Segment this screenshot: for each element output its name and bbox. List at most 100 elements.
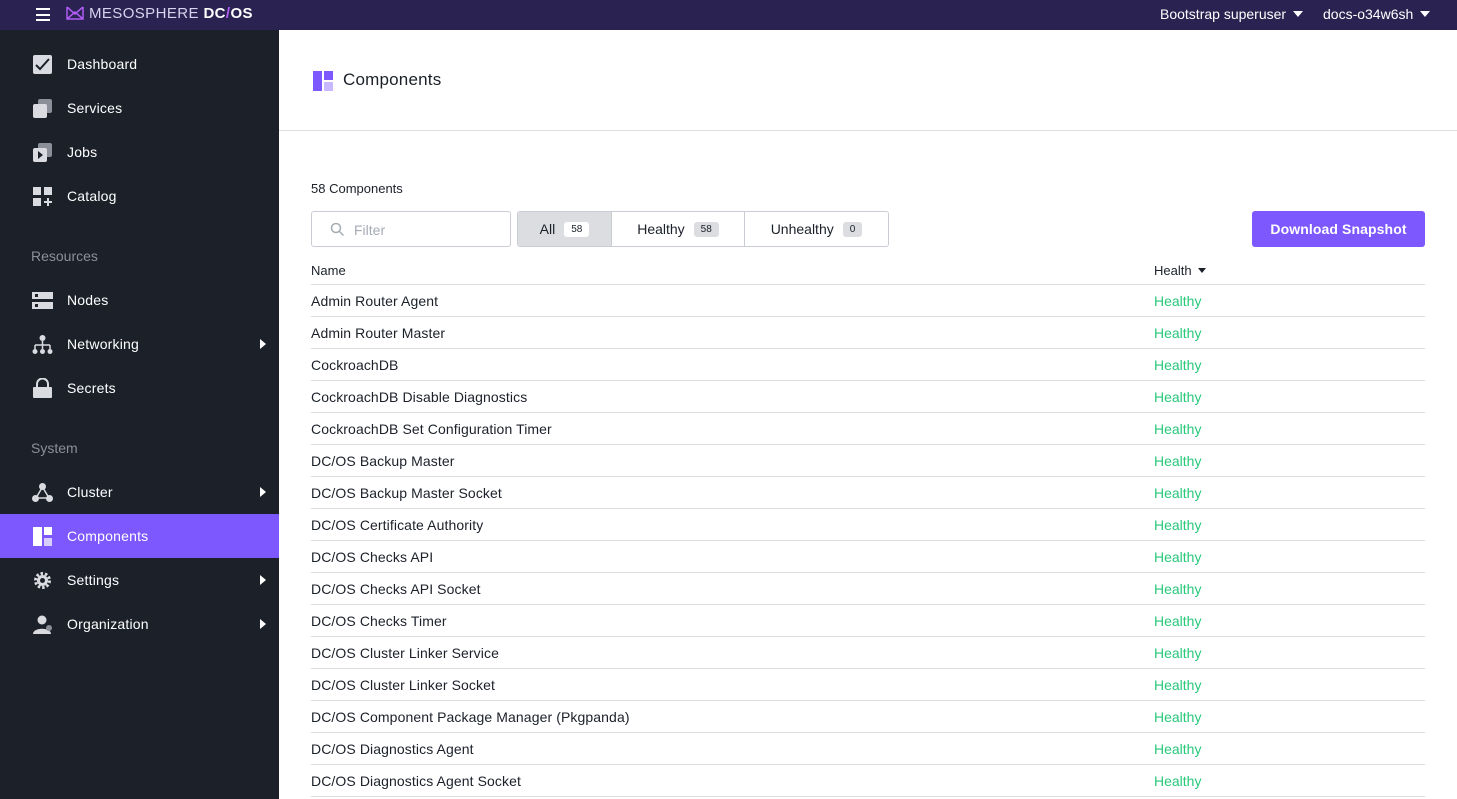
table-row[interactable]: DC/OS Checks API Socket Healthy	[311, 573, 1425, 605]
health-status: Healthy	[1154, 709, 1202, 725]
table-row[interactable]: DC/OS Cluster Linker Socket Healthy	[311, 669, 1425, 701]
component-name: DC/OS Backup Master Socket	[311, 485, 502, 501]
component-name: DC/OS Cluster Linker Socket	[311, 677, 495, 693]
component-name: DC/OS Checks API	[311, 549, 434, 565]
components-icon	[33, 527, 52, 546]
column-header-name[interactable]: Name	[311, 263, 346, 278]
table-header: Name Health	[311, 259, 1425, 285]
sidebar-item-catalog[interactable]: Catalog	[0, 174, 279, 218]
tab-unhealthy[interactable]: Unhealthy 0	[745, 212, 888, 246]
tab-label: Healthy	[637, 221, 685, 237]
column-header-health[interactable]: Health	[1154, 263, 1206, 278]
component-name: DC/OS Certificate Authority	[311, 517, 484, 533]
table-row[interactable]: CockroachDB Set Configuration Timer Healt…	[311, 413, 1425, 445]
sidebar-item-label: Nodes	[67, 292, 109, 308]
sidebar-item-label: Dashboard	[67, 56, 138, 72]
health-status: Healthy	[1154, 421, 1202, 437]
component-name: CockroachDB	[311, 357, 399, 373]
page-title: Components	[343, 70, 442, 89]
sort-descending-icon	[1197, 268, 1206, 273]
health-status: Healthy	[1154, 357, 1202, 373]
component-name: CockroachDB Set Configuration Timer	[311, 421, 552, 437]
health-status: Healthy	[1154, 645, 1202, 661]
table-row[interactable]: CockroachDB Disable Diagnostics Healthy	[311, 381, 1425, 413]
table-row[interactable]: DC/OS Cluster Linker Service Healthy	[311, 637, 1425, 669]
sidebar-item-services[interactable]: Services	[0, 86, 279, 130]
filter-input[interactable]	[354, 220, 504, 240]
sidebar-item-dashboard[interactable]: Dashboard	[0, 42, 279, 86]
component-name: Admin Router Agent	[311, 293, 439, 309]
table-row[interactable]: DC/OS Diagnostics Agent Healthy	[311, 733, 1425, 765]
sidebar-item-jobs[interactable]: Jobs	[0, 130, 279, 174]
sidebar-item-label: Components	[67, 528, 149, 544]
nodes-icon	[32, 292, 53, 309]
download-snapshot-button[interactable]: Download Snapshot	[1252, 211, 1425, 247]
component-name: DC/OS Checks Timer	[311, 613, 447, 629]
sidebar-item-networking[interactable]: Networking	[0, 322, 279, 366]
component-name: DC/OS Checks API Socket	[311, 581, 481, 597]
components-icon	[313, 71, 333, 91]
sidebar-item-nodes[interactable]: Nodes	[0, 278, 279, 322]
tab-healthy[interactable]: Healthy 58	[612, 212, 745, 246]
tab-all[interactable]: All 58	[518, 212, 612, 246]
dashboard-icon	[33, 55, 52, 74]
networking-icon	[32, 335, 53, 354]
table-row[interactable]: DC/OS Checks Timer Healthy	[311, 605, 1425, 637]
sidebar-item-components[interactable]: Components	[0, 514, 279, 558]
cluster-menu-label: docs-o34w6sh	[1323, 6, 1414, 22]
table-row[interactable]: Admin Router Master Healthy	[311, 317, 1425, 349]
sidebar-item-label: Catalog	[67, 188, 117, 204]
table-row[interactable]: DC/OS Diagnostics Agent Socket Healthy	[311, 765, 1425, 797]
components-table: Admin Router Agent Healthy Admin Router M…	[311, 285, 1425, 797]
component-name: DC/OS Diagnostics Agent	[311, 741, 474, 757]
sidebar: Dashboard Services Jobs Catalog Resource…	[0, 30, 279, 799]
table-row[interactable]: DC/OS Backup Master Healthy	[311, 445, 1425, 477]
cluster-menu[interactable]: docs-o34w6sh	[1323, 6, 1431, 22]
filter-field[interactable]	[311, 211, 511, 247]
user-menu[interactable]: Bootstrap superuser	[1160, 6, 1304, 22]
table-row[interactable]: CockroachDB Healthy	[311, 349, 1425, 381]
health-status: Healthy	[1154, 389, 1202, 405]
health-status: Healthy	[1154, 549, 1202, 565]
sidebar-item-settings[interactable]: Settings	[0, 558, 279, 602]
component-name: DC/OS Backup Master	[311, 453, 455, 469]
table-row[interactable]: DC/OS Component Package Manager (Pkgpand…	[311, 701, 1425, 733]
count-badge: 58	[693, 221, 719, 237]
table-row[interactable]: DC/OS Checks API Healthy	[311, 541, 1425, 573]
sidebar-item-label: Services	[67, 100, 123, 116]
health-status: Healthy	[1154, 613, 1202, 629]
component-name: DC/OS Diagnostics Agent Socket	[311, 773, 521, 789]
chevron-right-icon	[260, 619, 266, 629]
cluster-icon	[32, 483, 53, 502]
catalog-icon	[33, 187, 52, 206]
table-row[interactable]: Admin Router Agent Healthy	[311, 285, 1425, 317]
sidebar-item-label: Settings	[67, 572, 120, 588]
sidebar-item-label: Networking	[67, 336, 140, 352]
table-row[interactable]: DC/OS Certificate Authority Healthy	[311, 509, 1425, 541]
sidebar-item-cluster[interactable]: Cluster	[0, 470, 279, 514]
chevron-down-icon	[1420, 11, 1431, 17]
health-status: Healthy	[1154, 581, 1202, 597]
sidebar-item-label: Cluster	[67, 484, 113, 500]
organization-icon	[33, 615, 52, 634]
chevron-down-icon	[1293, 11, 1304, 17]
top-bar: MESOSPHERE DC/OS Bootstrap superuser doc…	[0, 0, 1457, 30]
jobs-icon	[33, 143, 52, 162]
component-name: DC/OS Component Package Manager (Pkgpand…	[311, 709, 630, 725]
sidebar-item-label: Secrets	[67, 380, 116, 396]
table-row[interactable]: DC/OS Backup Master Socket Healthy	[311, 477, 1425, 509]
brand-logo[interactable]: MESOSPHERE DC/OS	[66, 5, 253, 22]
sidebar-item-secrets[interactable]: Secrets	[0, 366, 279, 410]
mesosphere-logo-icon	[66, 6, 84, 20]
hamburger-menu-icon[interactable]	[36, 8, 50, 21]
chevron-right-icon	[260, 487, 266, 497]
sidebar-section-system: System	[31, 440, 78, 456]
lock-icon	[33, 378, 52, 398]
tab-label: All	[539, 221, 556, 237]
column-header-label: Health	[1154, 263, 1192, 278]
gear-icon	[34, 572, 51, 589]
search-icon	[330, 222, 345, 237]
sidebar-item-organization[interactable]: Organization	[0, 602, 279, 646]
health-status: Healthy	[1154, 293, 1202, 309]
services-icon	[33, 99, 52, 118]
